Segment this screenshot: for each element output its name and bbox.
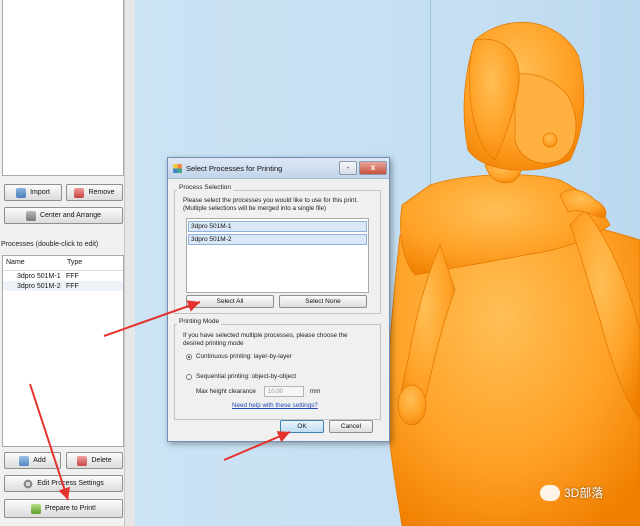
list-item[interactable]: 3dpro 501M-2: [188, 234, 367, 245]
watermark: 3D部落: [540, 484, 603, 501]
import-icon: [16, 187, 27, 198]
printing-mode-label: Printing Mode: [177, 318, 222, 325]
prepare-label: Prepare to Print!: [45, 505, 96, 512]
max-height-input[interactable]: 10.00: [264, 386, 304, 397]
delete-label: Delete: [91, 457, 112, 464]
left-panel: Import Remove Center and Arrange Process…: [0, 0, 135, 526]
edit-process-label: Edit Process Settings: [37, 480, 104, 487]
ok-button[interactable]: OK: [280, 420, 324, 433]
table-row[interactable]: 3dpro 501M-1 FFF: [3, 271, 123, 281]
models-list[interactable]: [2, 0, 124, 176]
print-icon: [31, 503, 42, 514]
list-item[interactable]: 3dpro 501M-1: [188, 221, 367, 232]
sequential-radio[interactable]: [186, 374, 192, 380]
cancel-button[interactable]: Cancel: [329, 420, 373, 433]
process-desc-line2: (Multiple selections will be merged into…: [183, 205, 327, 212]
remove-icon: [74, 187, 85, 198]
mode-desc-line2: desired printing mode: [183, 340, 244, 347]
continuous-radio[interactable]: [186, 354, 192, 360]
wechat-icon: [540, 484, 560, 501]
remove-label: Remove: [88, 189, 115, 196]
delete-button[interactable]: Delete: [66, 452, 123, 469]
delete-icon: [77, 455, 88, 466]
left-panel-scrollbar[interactable]: [124, 0, 135, 526]
process-desc-line1: Please select the processes you would li…: [183, 197, 359, 204]
mode-desc-line1: If you have selected multiple processes,…: [183, 332, 348, 339]
gear-icon: [23, 478, 34, 489]
minimize-button[interactable]: -: [339, 161, 357, 175]
select-processes-dialog: Select Processes for Printing - x Proces…: [167, 157, 390, 442]
center-arrange-label: Center and Arrange: [39, 212, 102, 219]
add-icon: [19, 455, 30, 466]
close-button[interactable]: x: [359, 161, 387, 175]
process-name: 3dpro 501M-2: [17, 282, 61, 290]
column-type: Type: [67, 259, 83, 266]
hand-shape: [397, 384, 427, 426]
continuous-label: Continuous printing: layer-by-layer: [196, 353, 292, 360]
import-button[interactable]: Import: [4, 184, 62, 201]
table-row[interactable]: 3dpro 501M-2 FFF: [3, 281, 123, 291]
dialog-title: Select Processes for Printing: [186, 163, 283, 173]
help-link[interactable]: Need help with these settings?: [232, 402, 318, 409]
import-label: Import: [30, 189, 50, 196]
center-arrange-icon: [25, 210, 36, 221]
select-none-button[interactable]: Select None: [279, 295, 367, 308]
select-all-button[interactable]: Select All: [186, 295, 274, 308]
add-label: Add: [33, 457, 46, 464]
max-height-unit: mm: [310, 388, 321, 395]
sequential-label: Sequential printing: object-by-object: [196, 373, 297, 380]
process-selection-label: Process Selection: [177, 184, 234, 191]
prepare-to-print-button[interactable]: Prepare to Print!: [4, 499, 123, 518]
watermark-text: 3D部落: [564, 486, 604, 500]
process-listbox[interactable]: 3dpro 501M-1 3dpro 501M-2: [186, 218, 369, 293]
column-name: Name: [6, 259, 25, 266]
center-arrange-button[interactable]: Center and Arrange: [4, 207, 123, 224]
add-button[interactable]: Add: [4, 452, 61, 469]
process-type: FFF: [66, 282, 79, 290]
process-type: FFF: [66, 272, 79, 280]
processes-header: Name Type: [3, 256, 123, 271]
app-icon: [173, 163, 182, 173]
processes-table[interactable]: Name Type 3dpro 501M-1 FFF 3dpro 501M-2 …: [2, 255, 124, 447]
max-height-label: Max height clearance: [196, 388, 256, 395]
dialog-titlebar[interactable]: Select Processes for Printing - x: [168, 158, 389, 179]
nose-shape: [542, 132, 558, 148]
process-name: 3dpro 501M-1: [17, 272, 61, 280]
edit-process-settings-button[interactable]: Edit Process Settings: [4, 475, 123, 492]
processes-title: Processes (double-click to edit): [1, 241, 99, 248]
remove-button[interactable]: Remove: [66, 184, 123, 201]
